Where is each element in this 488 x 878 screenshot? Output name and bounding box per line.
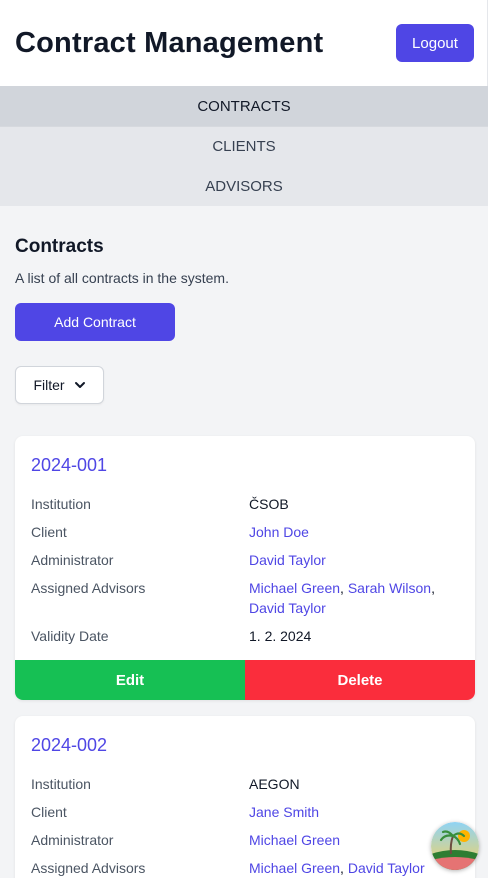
advisor-link[interactable]: Sarah Wilson [348,580,431,596]
delete-button[interactable]: Delete [245,660,475,700]
institution-label: Institution [31,496,91,512]
logout-button[interactable]: Logout [396,24,474,62]
app-header: Contract Management Logout [0,0,488,86]
filter-button[interactable]: Filter [15,366,104,404]
add-contract-button[interactable]: Add Contract [15,303,175,341]
main-content: Contracts A list of all contracts in the… [0,236,488,878]
institution-value: AEGON [249,776,300,792]
contract-card: 2024-001 Institution ČSOB Client John Do… [15,436,475,700]
nav-item-clients[interactable]: CLIENTS [0,126,488,166]
contract-card: 2024-002 Institution AEGON Client Jane S… [15,716,475,878]
advisor-link[interactable]: David Taylor [348,860,425,876]
client-label: Client [31,524,67,540]
institution-row: Institution ČSOB [31,490,459,518]
client-link[interactable]: Jane Smith [249,804,319,820]
validity-value: 1. 2. 2024 [249,628,312,644]
validity-row: Validity Date 1. 2. 2024 [31,622,459,650]
nav-item-advisors[interactable]: ADVISORS [0,166,488,206]
advisor-link[interactable]: David Taylor [249,600,326,616]
advisors-row: Assigned Advisors Michael Green, David T… [31,860,425,876]
edit-button[interactable]: Edit [15,660,245,700]
client-row: Client Jane Smith [31,798,459,826]
app-title: Contract Management [15,26,324,59]
advisors-label: Assigned Advisors [31,580,146,596]
institution-row: Institution AEGON [31,770,459,798]
assistant-fab-button[interactable] [431,822,479,870]
card-actions: Edit Delete [15,660,475,700]
administrator-link[interactable]: David Taylor [249,552,326,568]
chevron-down-icon [74,382,85,388]
administrator-row: Administrator David Taylor [31,546,459,574]
institution-label: Institution [31,776,91,792]
client-row: Client John Doe [31,518,459,546]
contract-number-link[interactable]: 2024-002 [31,735,459,756]
nav-item-contracts[interactable]: CONTRACTS [0,86,488,126]
institution-value: ČSOB [249,496,289,512]
advisors-label: Assigned Advisors [31,860,146,876]
page-description: A list of all contracts in the system. [15,270,229,286]
advisor-link[interactable]: Michael Green [249,860,340,876]
client-label: Client [31,804,67,820]
advisors-row: Assigned Advisors Michael Green, Sarah W… [31,580,435,616]
administrator-row: Administrator Michael Green [31,826,459,854]
advisor-link[interactable]: Michael Green [249,580,340,596]
administrator-link[interactable]: Michael Green [249,832,340,848]
contract-number-link[interactable]: 2024-001 [31,455,459,476]
validity-label: Validity Date [31,628,109,644]
administrator-label: Administrator [31,832,114,848]
main-nav: CONTRACTS CLIENTS ADVISORS [0,86,488,206]
client-link[interactable]: John Doe [249,524,309,540]
page-title: Contracts [15,236,104,257]
island-avatar-icon [431,822,479,870]
administrator-label: Administrator [31,552,114,568]
filter-label: Filter [33,377,65,393]
